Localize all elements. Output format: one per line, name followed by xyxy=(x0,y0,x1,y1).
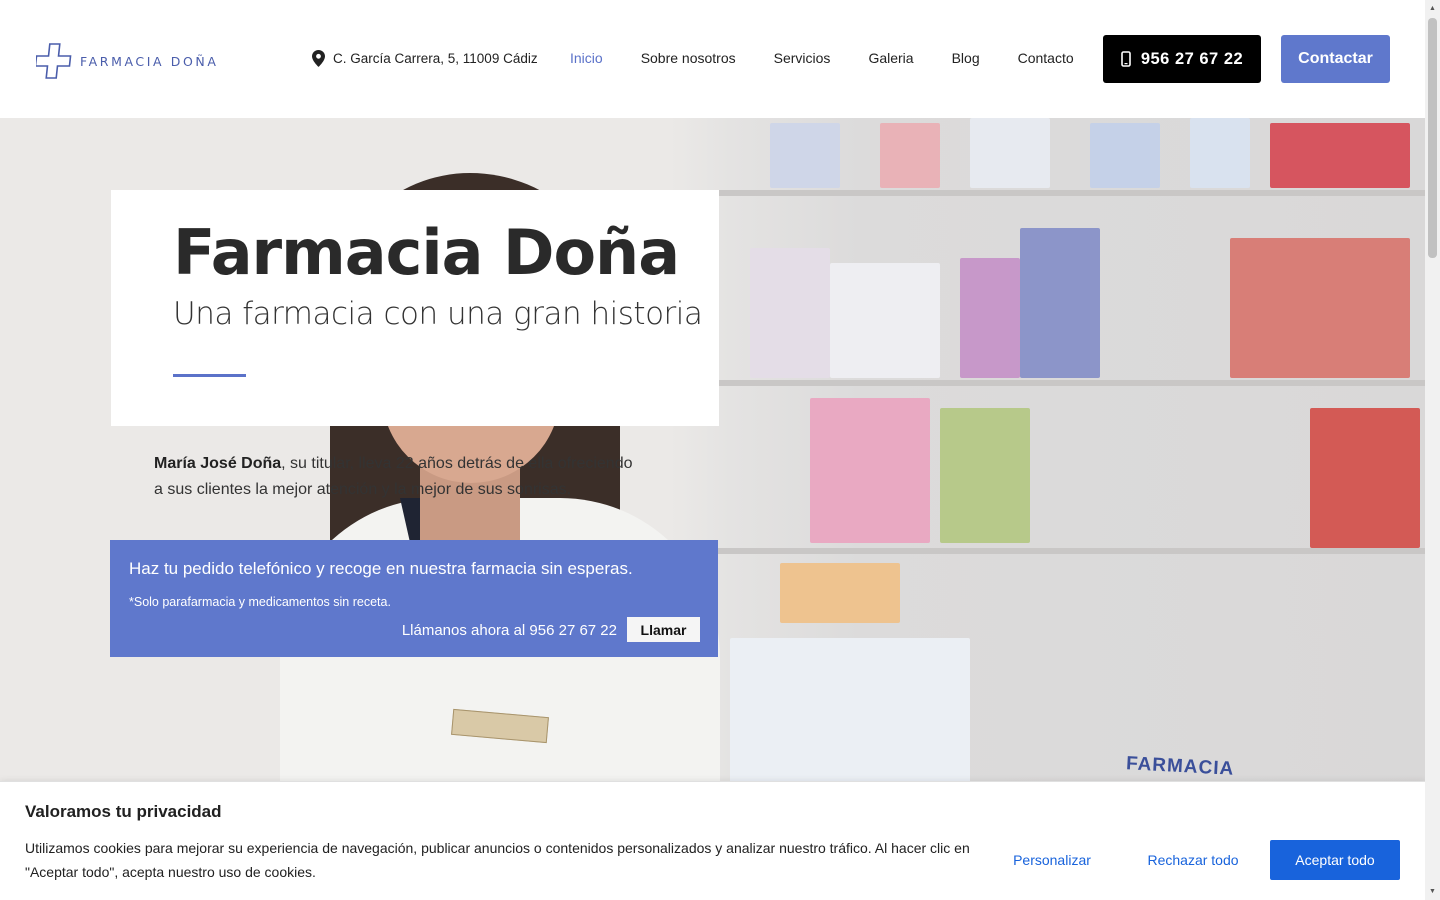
site-logo[interactable]: FARMACIA DOÑA xyxy=(36,42,219,80)
address-text: C. García Carrera, 5, 11009 Cádiz xyxy=(333,51,538,66)
nav-item-servicios[interactable]: Servicios xyxy=(774,50,831,66)
scroll-up-arrow-icon[interactable]: ▲ xyxy=(1428,4,1437,13)
header-address: C. García Carrera, 5, 11009 Cádiz xyxy=(312,50,538,67)
site-header: FARMACIA DOÑA C. García Carrera, 5, 1100… xyxy=(0,0,1425,118)
page-subtitle: Una farmacia con una gran historia xyxy=(173,296,703,332)
phone-button[interactable]: 956 27 67 22 xyxy=(1103,35,1261,83)
main-nav: Inicio Sobre nosotros Servicios Galeria … xyxy=(570,50,1112,66)
scroll-thumb[interactable] xyxy=(1428,18,1437,258)
hero-photo xyxy=(670,118,1425,782)
nav-item-sobre-nosotros[interactable]: Sobre nosotros xyxy=(641,50,736,66)
hero-title-box: Farmacia Doña Una farmacia con una gran … xyxy=(111,190,719,426)
call-button[interactable]: Llamar xyxy=(627,617,700,642)
mobile-phone-icon xyxy=(1121,51,1131,67)
nav-item-galeria[interactable]: Galeria xyxy=(868,50,913,66)
phone-order-box: Haz tu pedido telefónico y recoge en nue… xyxy=(110,540,718,657)
contact-button[interactable]: Contactar xyxy=(1281,35,1390,83)
page-scrollbar[interactable]: ▲ ▼ xyxy=(1425,0,1440,900)
nav-item-inicio[interactable]: Inicio xyxy=(570,50,603,66)
cookie-customize-button[interactable]: Personalizar xyxy=(1000,840,1104,880)
phone-button-label: 956 27 67 22 xyxy=(1140,49,1244,68)
map-pin-icon xyxy=(312,50,325,67)
scroll-down-arrow-icon[interactable]: ▼ xyxy=(1428,887,1437,896)
order-note: *Solo parafarmacia y medicamentos sin re… xyxy=(129,595,391,609)
page-title: Farmacia Doña xyxy=(173,216,680,289)
intro-text: María José Doña, su titular, lleva 22 añ… xyxy=(154,451,644,503)
order-call-text: Llámanos ahora al 956 27 67 22 xyxy=(401,622,617,639)
order-title: Haz tu pedido telefónico y recoge en nue… xyxy=(129,559,633,578)
hero-section: FARMACIA Farmacia Doña Una farmacia con … xyxy=(0,118,1425,782)
cookie-text: Utilizamos cookies para mejorar su exper… xyxy=(25,840,970,880)
cookie-accept-button[interactable]: Aceptar todo xyxy=(1270,840,1400,880)
logo-text: FARMACIA DOÑA xyxy=(80,53,219,69)
cookie-reject-button[interactable]: Rechazar todo xyxy=(1135,840,1251,880)
cookie-title: Valoramos tu privacidad xyxy=(25,802,222,821)
logo-cross-icon xyxy=(36,43,72,79)
cookie-banner: Valoramos tu privacidad Utilizamos cooki… xyxy=(0,781,1425,900)
title-accent-line xyxy=(173,374,246,377)
nav-item-blog[interactable]: Blog xyxy=(952,50,980,66)
nav-item-contacto[interactable]: Contacto xyxy=(1018,50,1074,66)
owner-name: María José Doña xyxy=(154,455,282,472)
